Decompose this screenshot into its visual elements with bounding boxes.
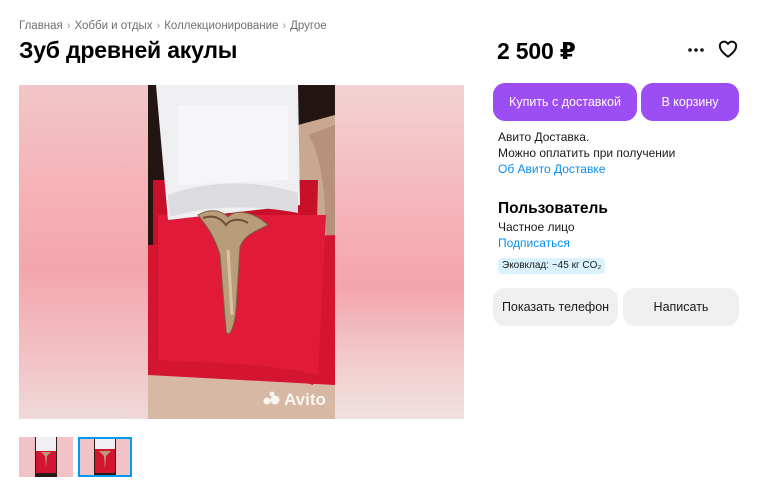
- delivery-info: Авито Доставка. Можно оплатить при получ…: [498, 129, 675, 177]
- seller-name[interactable]: Пользователь: [498, 200, 608, 218]
- page-title: Зуб древней акулы: [19, 37, 238, 63]
- delivery-line-1: Авито Доставка.: [498, 130, 590, 144]
- show-phone-button[interactable]: Показать телефон: [493, 288, 618, 326]
- avito-watermark-text: Avito: [284, 390, 326, 409]
- listing-photo[interactable]: [148, 85, 335, 419]
- breadcrumb-home[interactable]: Главная: [19, 20, 63, 32]
- price: 2 500 ₽: [497, 38, 576, 64]
- gallery-blur-right: [335, 85, 464, 419]
- breadcrumb-separator-icon: ›: [156, 20, 161, 32]
- breadcrumb-other[interactable]: Другое: [290, 20, 327, 32]
- subscribe-link[interactable]: Подписаться: [498, 236, 570, 250]
- seller-type: Частное лицо: [498, 220, 575, 234]
- add-to-cart-button[interactable]: В корзину: [641, 83, 739, 121]
- gallery-blur-left: [19, 85, 148, 419]
- eco-badge[interactable]: Эковклад: ~45 кг CO₂: [498, 258, 606, 274]
- breadcrumb-separator-icon: ›: [282, 20, 287, 32]
- delivery-info-link[interactable]: Об Авито Доставке: [498, 161, 675, 177]
- breadcrumb: Главная › Хобби и отдых › Коллекциониров…: [19, 20, 327, 32]
- avito-watermark: Avito: [263, 390, 326, 410]
- thumbnail-1[interactable]: [19, 437, 73, 477]
- breadcrumb-separator-icon: ›: [66, 20, 71, 32]
- thumbnail-strip: [19, 437, 132, 477]
- delivery-line-2: Можно оплатить при получении: [498, 146, 676, 160]
- breadcrumb-hobby[interactable]: Хобби и отдых: [74, 20, 152, 32]
- write-message-button[interactable]: Написать: [623, 288, 739, 326]
- breadcrumb-collecting[interactable]: Коллекционирование: [164, 20, 278, 32]
- more-icon[interactable]: [684, 38, 708, 62]
- buy-with-delivery-button[interactable]: Купить с доставкой: [493, 83, 637, 121]
- heart-icon[interactable]: [716, 37, 740, 61]
- photo-gallery[interactable]: Avito: [19, 85, 464, 419]
- thumbnail-2[interactable]: [78, 437, 132, 477]
- avito-logo-icon: [263, 390, 281, 410]
